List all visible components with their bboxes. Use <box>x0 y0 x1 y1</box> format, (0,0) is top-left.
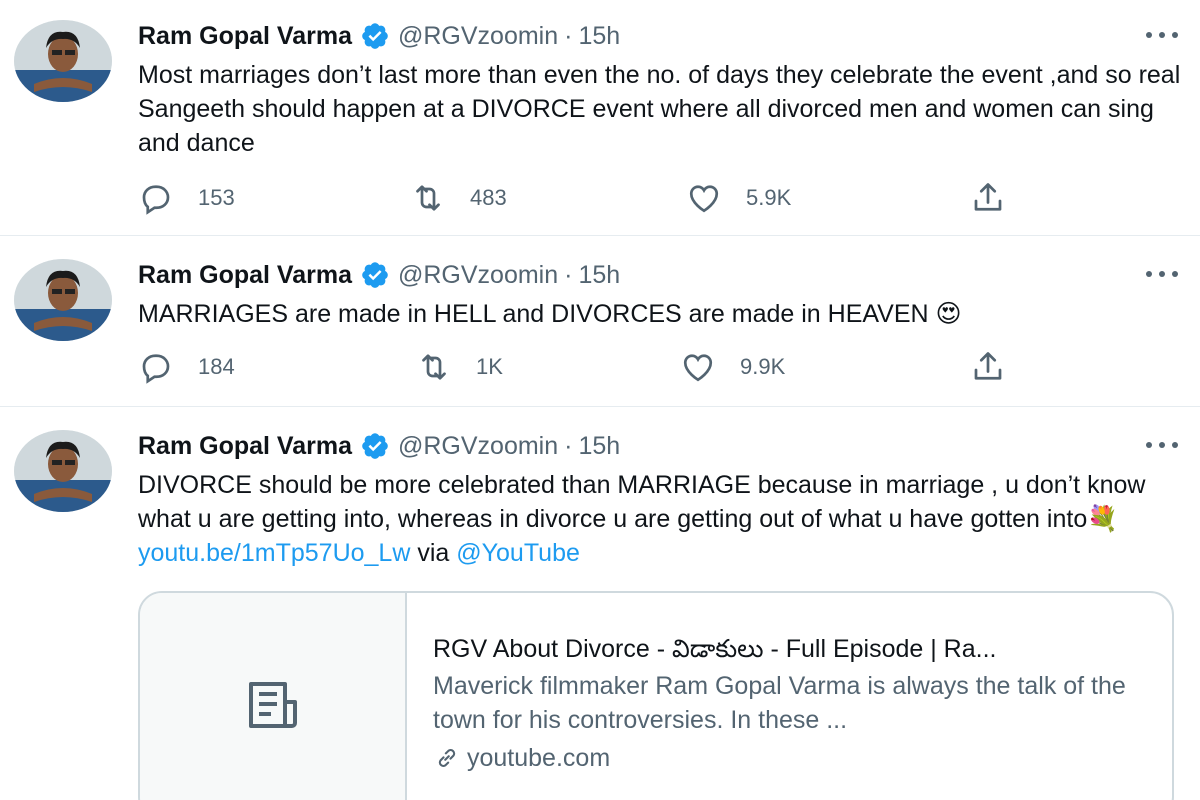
like-count: 9.9K <box>740 354 786 379</box>
tweet-header: Ram Gopal Varma @RGVzoomin · 15h <box>138 20 620 52</box>
card-domain: youtube.com <box>433 741 1172 775</box>
timestamp[interactable]: 15h <box>578 22 620 51</box>
avatar[interactable] <box>14 430 112 512</box>
tweet[interactable]: Ram Gopal Varma @RGVzoomin · 15h Most ma… <box>0 0 1200 236</box>
card-thumbnail <box>140 593 407 800</box>
tweet[interactable]: Ram Gopal Varma @RGVzoomin · 15h MARRIAG… <box>0 237 1200 407</box>
author-name[interactable]: Ram Gopal Varma <box>138 22 352 51</box>
more-icon[interactable] <box>1146 269 1178 279</box>
tweet-text-body: DIVORCE should be more celebrated than M… <box>138 471 1146 533</box>
link-icon <box>433 744 461 772</box>
retweet-icon <box>410 180 446 216</box>
reply-icon <box>138 349 174 385</box>
like-icon <box>686 180 722 216</box>
author-handle[interactable]: @RGVzoomin <box>398 432 558 461</box>
youtube-mention[interactable]: @YouTube <box>456 539 580 567</box>
card-body: RGV About Divorce - విడాకులు - Full Epis… <box>407 593 1172 800</box>
more-icon[interactable] <box>1146 440 1178 450</box>
timestamp[interactable]: 15h <box>578 432 620 461</box>
verified-badge-icon <box>360 260 390 290</box>
avatar[interactable] <box>14 20 112 102</box>
tweet-text: DIVORCE should be more celebrated than M… <box>138 468 1188 570</box>
verified-badge-icon <box>360 431 390 461</box>
more-icon[interactable] <box>1146 30 1178 40</box>
tweet-text: Most marriages don’t last more than even… <box>138 61 1181 157</box>
tweet-text: MARRIAGES are made in HELL and DIVORCES … <box>138 300 962 328</box>
tweet-actions: 184 1K 9.9K <box>138 349 1018 385</box>
like-button[interactable]: 5.9K <box>686 180 791 216</box>
like-button[interactable]: 9.9K <box>680 349 785 385</box>
like-icon <box>680 349 716 385</box>
card-domain-text: youtube.com <box>467 744 611 772</box>
via-text: via <box>410 539 457 567</box>
card-title: RGV About Divorce - విడాకులు - Full Epis… <box>433 635 997 663</box>
verified-badge-icon <box>360 21 390 51</box>
reply-count: 153 <box>198 185 235 210</box>
reply-button[interactable]: 153 <box>138 180 235 216</box>
share-button[interactable] <box>970 180 1006 216</box>
timestamp[interactable]: 15h <box>578 261 620 290</box>
tweet-actions: 153 483 5.9K <box>138 180 1018 216</box>
tweet-header: Ram Gopal Varma @RGVzoomin · 15h <box>138 430 620 462</box>
tweet[interactable]: Ram Gopal Varma @RGVzoomin · 15h DIVORCE… <box>0 408 1200 800</box>
link-preview-card[interactable]: RGV About Divorce - విడాకులు - Full Epis… <box>138 591 1174 800</box>
separator-dot: · <box>564 21 573 50</box>
card-description: Maverick filmmaker Ram Gopal Varma is al… <box>433 672 1126 734</box>
author-name[interactable]: Ram Gopal Varma <box>138 261 352 290</box>
share-icon <box>970 180 1006 216</box>
retweet-button[interactable]: 483 <box>410 180 507 216</box>
author-name[interactable]: Ram Gopal Varma <box>138 432 352 461</box>
separator-dot: · <box>564 431 573 460</box>
retweet-count: 483 <box>470 185 507 210</box>
share-icon <box>970 349 1006 385</box>
avatar[interactable] <box>14 259 112 341</box>
separator-dot: · <box>564 260 573 289</box>
author-handle[interactable]: @RGVzoomin <box>398 261 558 290</box>
like-count: 5.9K <box>746 185 792 210</box>
reply-icon <box>138 180 174 216</box>
article-icon <box>245 680 301 732</box>
author-handle[interactable]: @RGVzoomin <box>398 22 558 51</box>
retweet-icon <box>416 349 452 385</box>
reply-button[interactable]: 184 <box>138 349 235 385</box>
retweet-button[interactable]: 1K <box>416 349 503 385</box>
tweet-header: Ram Gopal Varma @RGVzoomin · 15h <box>138 259 620 291</box>
share-button[interactable] <box>970 349 1006 385</box>
youtube-link[interactable]: youtu.be/1mTp57Uo_Lw <box>138 539 410 567</box>
retweet-count: 1K <box>476 354 503 379</box>
reply-count: 184 <box>198 354 235 379</box>
